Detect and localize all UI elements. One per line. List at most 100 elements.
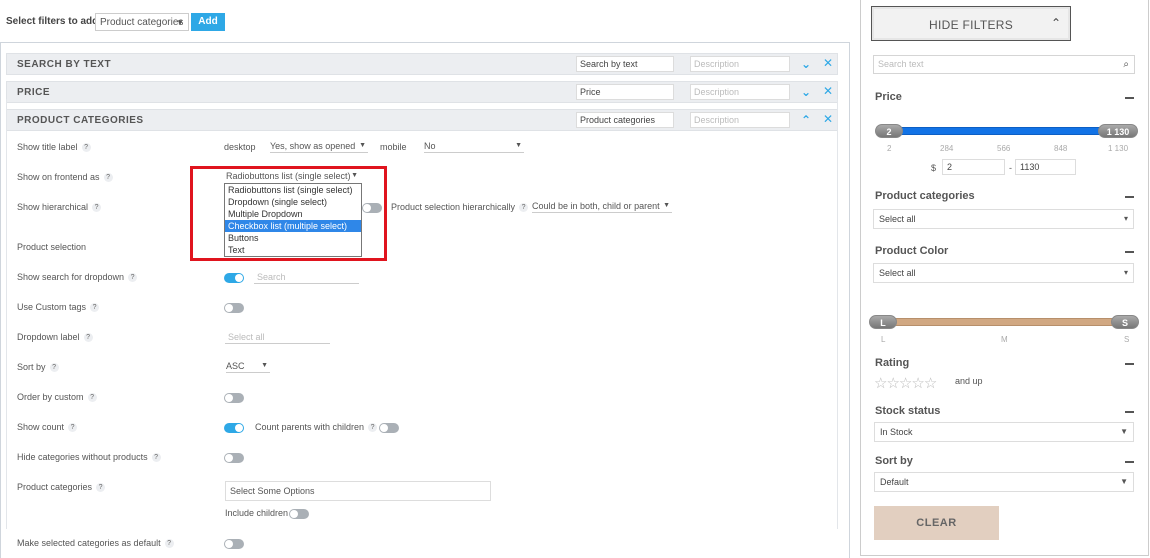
price-min-input[interactable]: 2 [942,159,1005,175]
filter-type-value: Product categories [100,17,184,28]
size-left-knob[interactable]: L [869,315,897,329]
price-max-knob[interactable]: 1 130 [1098,124,1138,138]
size-tick: L [881,335,886,344]
chevron-down-icon[interactable]: ⌄ [801,85,811,99]
star-icon[interactable]: ☆ [911,375,924,392]
sort-select[interactable]: ASC ▼ [226,360,270,373]
help-icon[interactable]: ? [96,483,106,493]
price-tick: 2 [887,144,892,153]
hierarchy-mode-select[interactable]: Could be in both, child or parent ▼ [532,200,672,213]
desktop-title-select[interactable]: Yes, show as opened ▼ [270,140,368,153]
collapse-icon[interactable] [1125,411,1134,413]
star-icon[interactable]: ☆ [886,375,899,392]
show-count-toggle[interactable] [224,423,244,433]
price-tick: 1 130 [1108,144,1129,153]
label-text: Product selection hierarchically [391,202,516,212]
mobile-label: mobile [380,142,407,152]
clear-button[interactable]: CLEAR [874,506,999,540]
close-icon[interactable]: ✕ [823,84,833,98]
filter-type-select[interactable]: Product categories ▼ [95,13,189,31]
label-text: Sort by [17,362,46,372]
label-text: Show on frontend as [17,172,100,182]
help-icon[interactable]: ? [68,423,78,433]
count-parents-toggle[interactable] [379,423,399,433]
select-value: Select all [879,268,916,278]
label-text: Make selected categories as default [17,538,161,548]
help-icon[interactable]: ? [164,539,174,549]
search-icon[interactable]: ⌕ [1123,56,1129,73]
help-icon[interactable]: ? [87,393,97,403]
stock-select[interactable]: In Stock ▼ [874,422,1134,442]
hide-empty-toggle[interactable] [224,453,244,463]
help-icon[interactable]: ? [49,363,59,373]
help-icon[interactable]: ? [90,303,100,313]
filter-header-search[interactable]: SEARCH BY TEXT Search by text Descriptio… [6,53,838,75]
dropdown-label-input[interactable]: Select all [225,331,330,344]
top-bar: Select filters to add Product categories… [0,0,850,42]
sort-title: Sort by [875,455,913,467]
setting-label: Order by custom? [17,392,97,403]
filter-description-input[interactable]: Description [690,56,790,72]
search-placeholder-input[interactable]: Search [254,271,359,284]
hierarchy-sub-label: Product selection hierarchically? [391,202,529,213]
setting-label: Product categories? [17,482,106,493]
help-icon[interactable]: ? [103,173,113,183]
categories-title: Product categories [875,190,975,202]
star-icon[interactable]: ☆ [899,375,912,392]
filter-name-input[interactable]: Search by text [576,56,674,72]
price-max-input[interactable]: 1130 [1015,159,1076,175]
select-value: Could be in both, child or parent [532,201,660,211]
label-text: Dropdown label [17,332,80,342]
star-icon[interactable]: ☆ [924,375,937,392]
help-icon[interactable]: ? [92,203,102,213]
add-button[interactable]: Add [191,13,225,31]
price-min-knob[interactable]: 2 [875,124,903,138]
collapse-icon[interactable] [1125,363,1134,365]
price-slider-track[interactable] [884,127,1116,135]
collapse-icon[interactable] [1125,461,1134,463]
help-icon[interactable]: ? [83,333,93,343]
collapse-icon[interactable] [1125,251,1134,253]
collapse-icon[interactable] [1125,97,1134,99]
filter-name-input[interactable]: Price [576,84,674,100]
help-icon[interactable]: ? [128,273,138,283]
help-icon[interactable]: ? [368,423,378,433]
categories-multiselect[interactable]: Select Some Options [225,481,491,501]
button-label: HIDE FILTERS [929,18,1014,32]
select-value: ASC [226,361,245,371]
make-default-toggle[interactable] [224,539,244,549]
label-text: Show hierarchical [17,202,89,212]
help-icon[interactable]: ? [519,203,529,213]
size-right-knob[interactable]: S [1111,315,1139,329]
price-separator: - [1009,163,1012,173]
rating-stars[interactable]: ☆☆☆☆☆ [874,374,937,392]
price-title: Price [875,91,902,103]
close-icon[interactable]: ✕ [823,56,833,70]
include-children-label: Include children [225,508,289,518]
setting-label: Product selection [17,242,87,252]
placeholder: Search text [878,59,924,69]
size-slider-track[interactable] [880,318,1130,326]
custom-tags-toggle[interactable] [224,303,244,313]
chevron-down-icon[interactable]: ⌄ [801,57,811,71]
search-text-input[interactable]: Search text ⌕ [873,55,1135,74]
color-select[interactable]: Select all ▾ [873,263,1134,283]
show-search-toggle[interactable] [224,273,244,283]
hide-filters-button[interactable]: HIDE FILTERS ⌃ [871,6,1071,41]
help-icon[interactable]: ? [81,143,91,153]
filter-description-input[interactable]: Description [690,84,790,100]
order-custom-toggle[interactable] [224,393,244,403]
star-icon[interactable]: ☆ [874,375,887,392]
filter-title: PRICE [17,87,51,98]
categories-select[interactable]: Select all ▾ [873,209,1134,229]
chevron-down-icon: ▼ [359,142,366,149]
help-icon[interactable]: ? [151,453,161,463]
mobile-title-select[interactable]: No ▼ [424,140,524,153]
include-children-toggle[interactable] [289,509,309,519]
setting-label: Show search for dropdown? [17,272,138,283]
collapse-icon[interactable] [1125,196,1134,198]
sort-select[interactable]: Default ▼ [874,472,1134,492]
color-title: Product Color [875,245,949,257]
chevron-down-icon: ▾ [1123,214,1128,223]
setting-label: Dropdown label? [17,332,93,343]
